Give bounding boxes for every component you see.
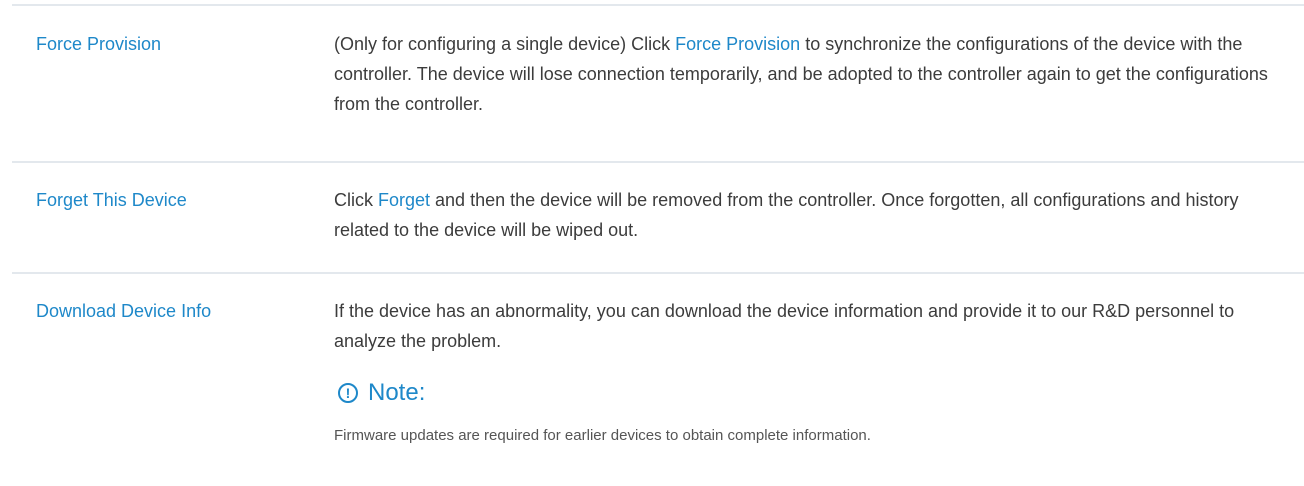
desc-text: If the device has an abnormality, you ca… xyxy=(334,301,1235,351)
desc-text: Click xyxy=(334,190,378,210)
info-icon: ! xyxy=(338,383,358,403)
forget-link[interactable]: Forget xyxy=(378,190,430,210)
desc-text: (Only for configuring a single device) C… xyxy=(334,34,676,54)
row-desc-download-info: If the device has an abnormality, you ca… xyxy=(334,296,1274,482)
desc-text: and then the device will be removed from… xyxy=(334,190,1239,240)
table-row-force-provision: Force Provision (Only for configuring a … xyxy=(12,4,1304,161)
table-row-download-info: Download Device Info If the device has a… xyxy=(12,272,1304,482)
note-text: Firmware updates are required for earlie… xyxy=(334,427,871,444)
settings-table: Force Provision (Only for configuring a … xyxy=(12,4,1304,482)
row-desc-forget-device: Click Forget and then the device will be… xyxy=(334,185,1274,272)
table-row-forget-device: Forget This Device Click Forget and then… xyxy=(12,161,1304,272)
row-name-download-info: Download Device Info xyxy=(36,301,212,321)
row-name-forget-device: Forget This Device xyxy=(36,190,187,210)
note-title: Note: xyxy=(368,379,426,406)
force-provision-link[interactable]: Force Provision xyxy=(675,34,800,54)
note-header: ! Note: xyxy=(334,376,1274,410)
row-desc-force-provision: (Only for configuring a single device) C… xyxy=(334,29,1274,161)
row-name-force-provision: Force Provision xyxy=(36,34,162,54)
